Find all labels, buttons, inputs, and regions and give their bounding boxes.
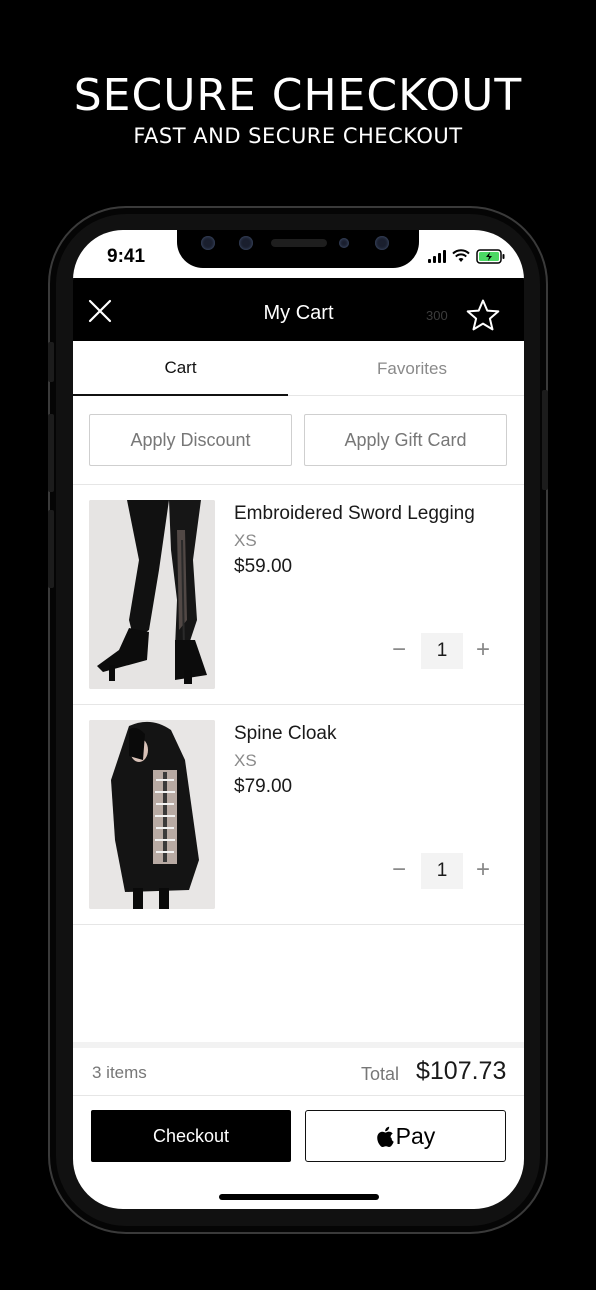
star-icon (466, 299, 500, 331)
dot-projector (375, 236, 389, 250)
favorite-button[interactable] (465, 298, 501, 334)
header-count: 300 (426, 308, 448, 323)
promo-subtitle: FAST AND SECURE CHECKOUT (133, 124, 463, 148)
tab-cart[interactable]: Cart (73, 341, 288, 396)
tab-favorites[interactable]: Favorites (299, 341, 524, 396)
front-sensor (239, 236, 253, 250)
summary-separator (73, 1042, 524, 1048)
item-size: XS (234, 531, 257, 550)
battery-icon (476, 248, 505, 264)
wifi-icon (452, 249, 470, 262)
item-name: Embroidered Sword Legging (234, 503, 475, 524)
phone-power-button (542, 390, 548, 490)
tab-bar: Cart Favorites (73, 341, 524, 396)
total-value: $107.73 (416, 1057, 507, 1085)
apply-discount-button[interactable]: Apply Discount (89, 414, 292, 466)
quantity-value: 1 (421, 633, 463, 669)
cart-item: Spine Cloak XS $79.00 − 1 + (73, 705, 524, 924)
quantity-decrease-button[interactable]: − (384, 855, 414, 885)
apply-gift-card-button[interactable]: Apply Gift Card (304, 414, 507, 466)
item-price: $59.00 (234, 556, 293, 577)
quantity-increase-button[interactable]: + (468, 855, 498, 885)
phone-volume-up (48, 414, 54, 492)
item-name: Spine Cloak (234, 723, 337, 744)
item-size: XS (234, 751, 257, 770)
total-label: Total (361, 1064, 400, 1084)
earpiece-speaker (271, 239, 327, 247)
phone-volume-down (48, 510, 54, 588)
phone-screen: 9:41 My Cart 300 Cart Favorites Apply Di… (73, 230, 524, 1209)
cart-item: Embroidered Sword Legging XS $59.00 − 1 … (73, 485, 524, 704)
quantity-increase-button[interactable]: + (468, 635, 498, 665)
product-image-cloak[interactable] (89, 720, 215, 909)
front-camera (201, 236, 215, 250)
items-count: 3 items (92, 1063, 147, 1082)
promo-title: SECURE CHECKOUT (73, 70, 523, 121)
status-time: 9:41 (107, 246, 146, 267)
status-icons (428, 248, 506, 264)
quantity-decrease-button[interactable]: − (384, 635, 414, 665)
apple-icon (376, 1126, 394, 1147)
page-title: My Cart (263, 302, 334, 324)
divider (73, 924, 524, 925)
item-price: $79.00 (234, 776, 293, 797)
signal-icon (428, 249, 446, 263)
home-indicator[interactable] (219, 1194, 379, 1200)
notch (177, 230, 419, 268)
divider (73, 1095, 524, 1096)
phone-silent-switch (48, 342, 54, 382)
apple-pay-button[interactable]: Pay (305, 1110, 506, 1162)
pay-label: Pay (395, 1122, 436, 1149)
quantity-value: 1 (421, 853, 463, 889)
proximity-sensor (339, 238, 349, 248)
checkout-button[interactable]: Checkout (91, 1110, 291, 1162)
cart-header: My Cart 300 (73, 278, 524, 341)
product-image-legging[interactable] (89, 500, 215, 689)
